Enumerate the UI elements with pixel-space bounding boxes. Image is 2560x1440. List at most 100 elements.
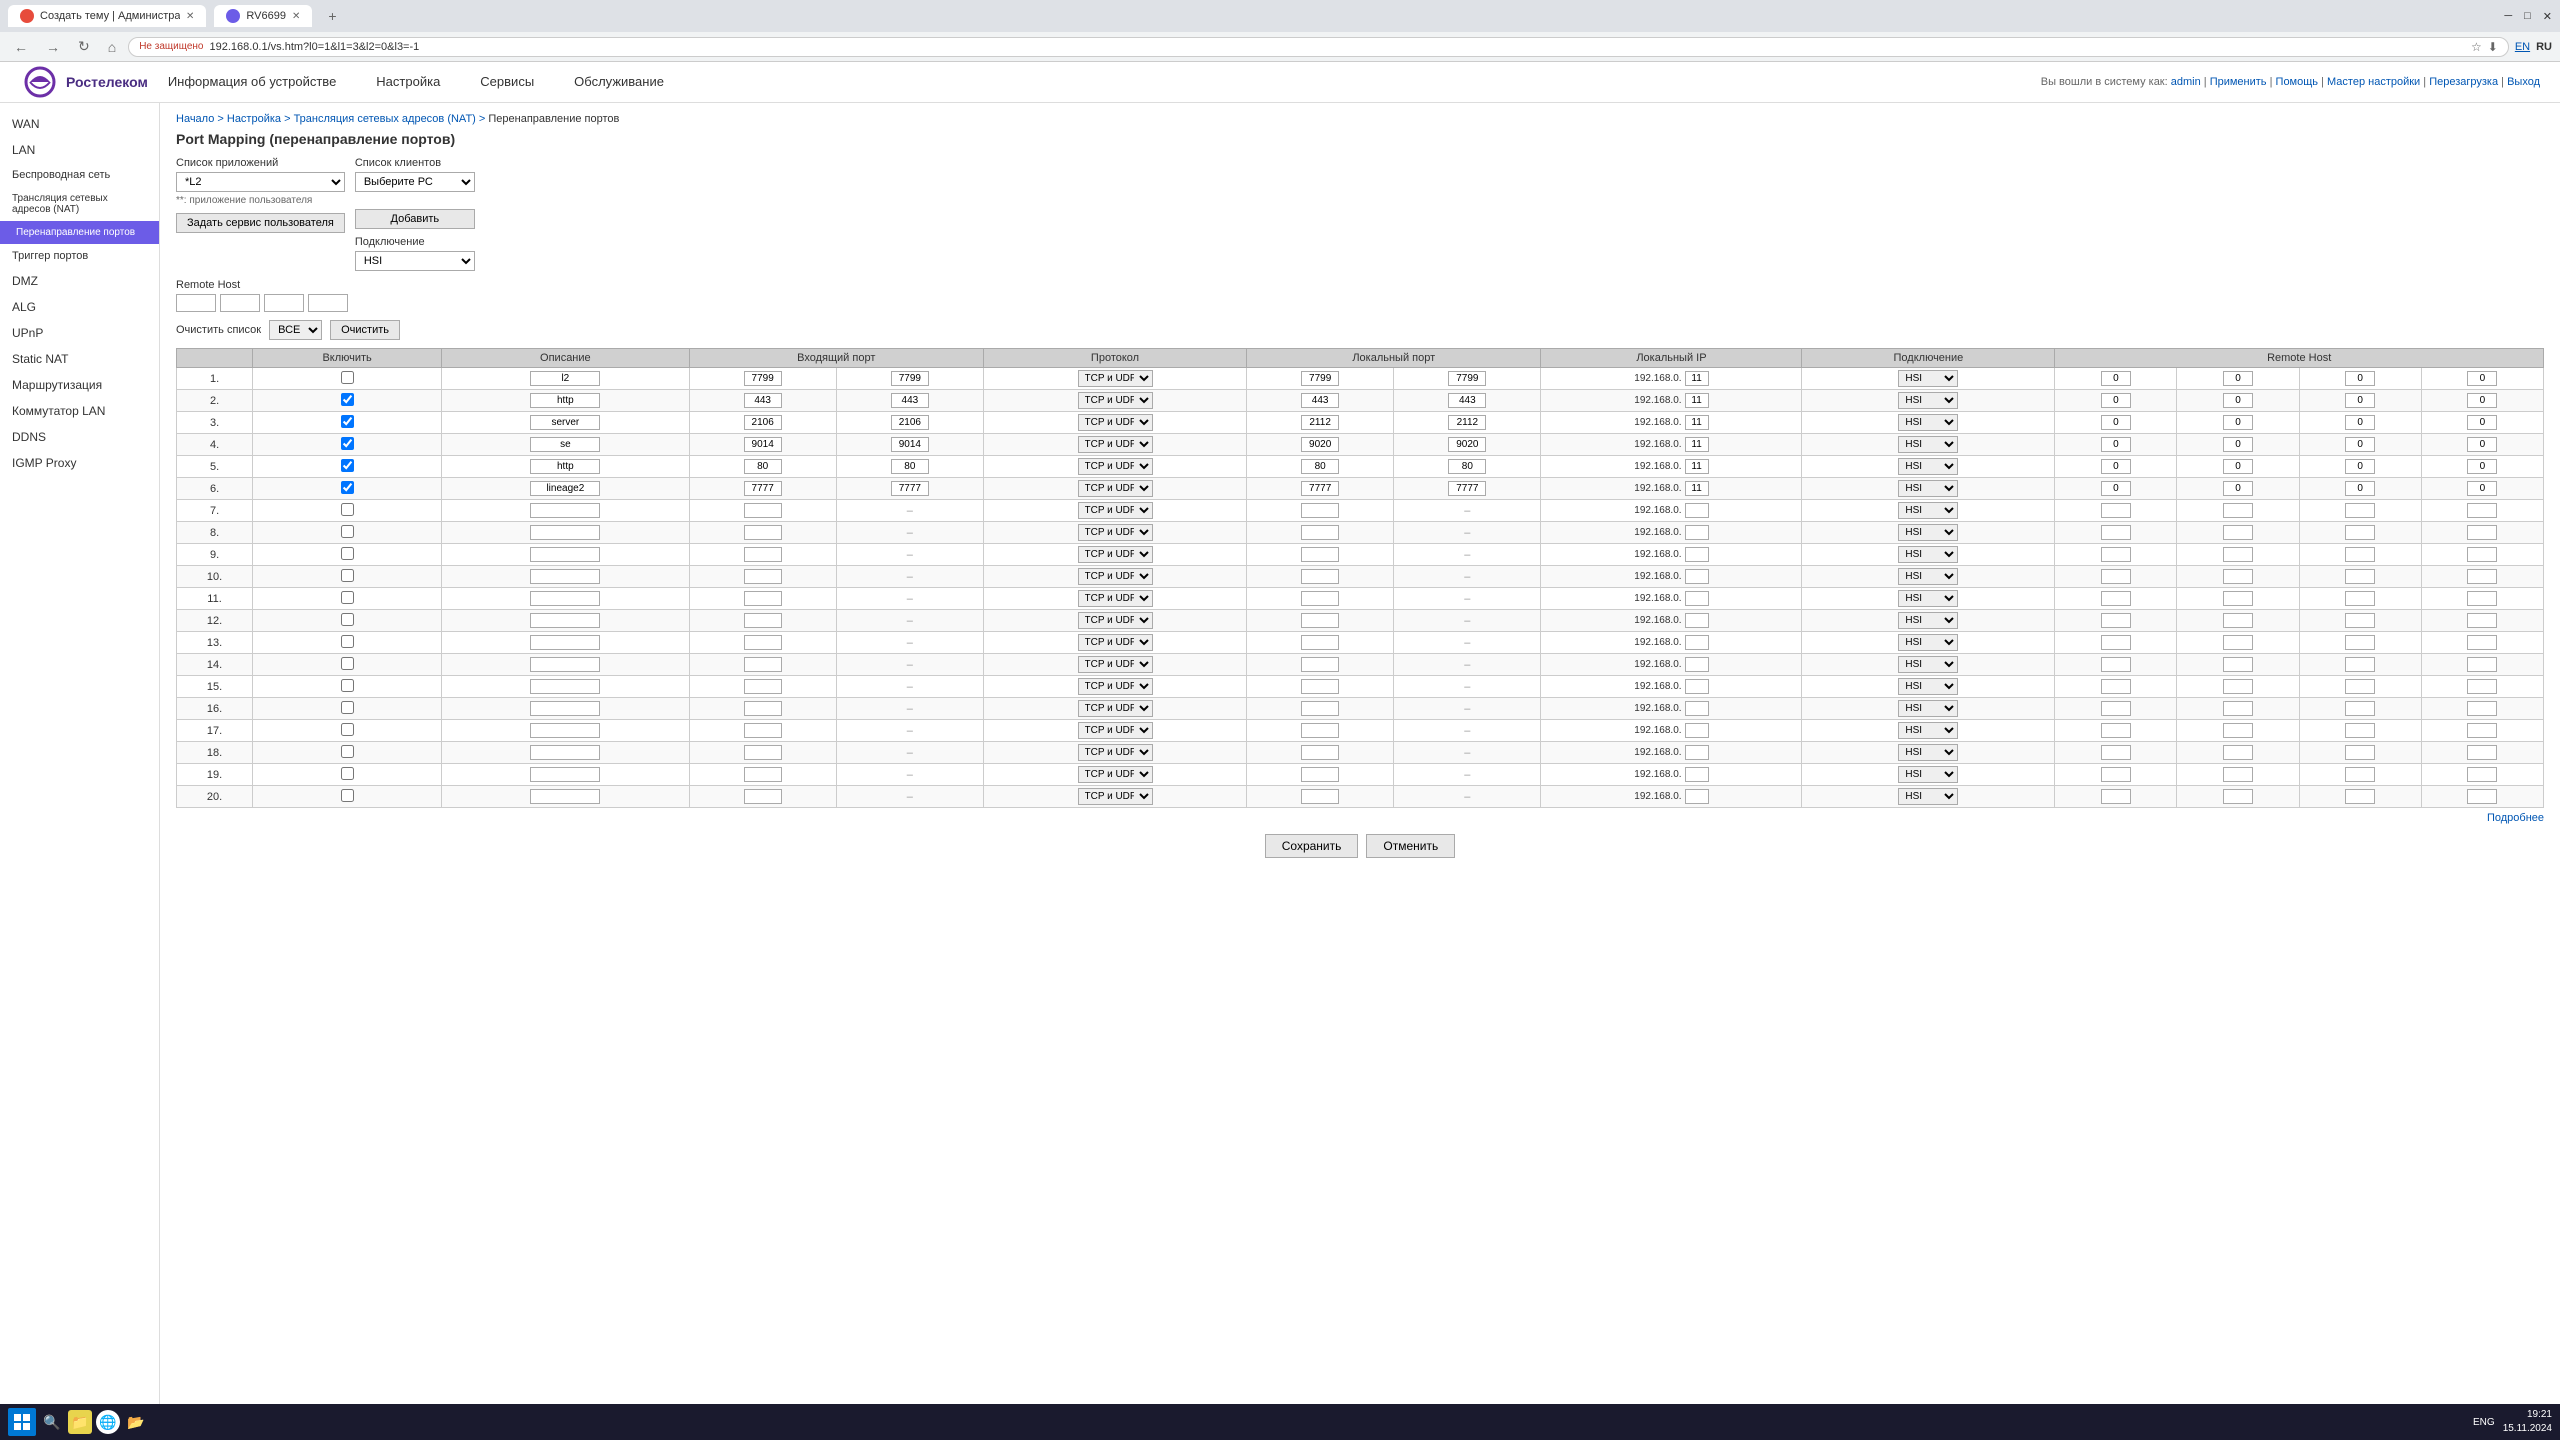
nav-item-settings[interactable]: Настройка bbox=[356, 64, 460, 101]
row-checkbox[interactable] bbox=[341, 437, 354, 450]
logout-link[interactable]: Выход bbox=[2507, 76, 2540, 88]
rh1-input[interactable] bbox=[2101, 635, 2131, 650]
rh1-input[interactable] bbox=[2101, 371, 2131, 386]
rh2-input[interactable] bbox=[2223, 437, 2253, 452]
rh4-input[interactable] bbox=[2467, 393, 2497, 408]
lang-en-button[interactable]: EN bbox=[2515, 41, 2530, 53]
rh3-input[interactable] bbox=[2345, 437, 2375, 452]
rh1-input[interactable] bbox=[2101, 723, 2131, 738]
rh1-input[interactable] bbox=[2101, 701, 2131, 716]
rh2-input[interactable] bbox=[2223, 745, 2253, 760]
rh1-input[interactable] bbox=[2101, 547, 2131, 562]
in-port-from[interactable] bbox=[744, 393, 782, 408]
sidebar-item-alg[interactable]: ALG bbox=[0, 294, 159, 320]
row-checkbox[interactable] bbox=[341, 415, 354, 428]
more-link[interactable]: Подробнее bbox=[176, 812, 2544, 824]
desc-input[interactable] bbox=[530, 701, 600, 716]
loc-port-to[interactable] bbox=[1448, 459, 1486, 474]
in-port-to[interactable] bbox=[891, 415, 929, 430]
proto-select[interactable]: TCP и UDP bbox=[1078, 678, 1153, 695]
rh1-input[interactable] bbox=[2101, 789, 2131, 804]
new-tab-button[interactable]: + bbox=[320, 4, 344, 28]
proto-select[interactable]: TCP и UDP bbox=[1078, 458, 1153, 475]
rh1-input[interactable] bbox=[2101, 679, 2131, 694]
home-button[interactable]: ⌂ bbox=[102, 37, 122, 57]
nav-item-services[interactable]: Сервисы bbox=[460, 64, 554, 101]
desc-input[interactable] bbox=[530, 679, 600, 694]
loc-port-from[interactable] bbox=[1301, 547, 1339, 562]
sidebar-item-staticnat[interactable]: Static NAT bbox=[0, 346, 159, 372]
loc-ip-last[interactable] bbox=[1685, 745, 1709, 760]
desc-input[interactable] bbox=[530, 371, 600, 386]
desc-input[interactable] bbox=[530, 503, 600, 518]
breadcrumb-home[interactable]: Начало bbox=[176, 113, 214, 125]
loc-port-from[interactable] bbox=[1301, 503, 1339, 518]
proto-select[interactable]: TCP и UDP bbox=[1078, 788, 1153, 805]
loc-ip-last[interactable] bbox=[1685, 657, 1709, 672]
rh4-input[interactable] bbox=[2467, 613, 2497, 628]
proto-select[interactable]: TCP и UDP bbox=[1078, 392, 1153, 409]
tab-close-1[interactable]: ✕ bbox=[186, 11, 194, 22]
desc-input[interactable] bbox=[530, 569, 600, 584]
loc-port-from[interactable] bbox=[1301, 371, 1339, 386]
rh3-input[interactable] bbox=[2345, 393, 2375, 408]
loc-port-to[interactable] bbox=[1448, 393, 1486, 408]
proto-select[interactable]: TCP и UDP bbox=[1078, 590, 1153, 607]
rh4-input[interactable] bbox=[2467, 371, 2497, 386]
in-port-from[interactable] bbox=[744, 481, 782, 496]
row-checkbox[interactable] bbox=[341, 371, 354, 384]
row-checkbox[interactable] bbox=[341, 591, 354, 604]
sidebar-item-upnp[interactable]: UPnP bbox=[0, 320, 159, 346]
rh1-input[interactable] bbox=[2101, 613, 2131, 628]
conn-select[interactable]: HSI bbox=[1898, 612, 1958, 629]
loc-port-from[interactable] bbox=[1301, 459, 1339, 474]
loc-ip-last[interactable] bbox=[1685, 459, 1709, 474]
rh1-input[interactable] bbox=[2101, 437, 2131, 452]
proto-select[interactable]: TCP и UDP bbox=[1078, 414, 1153, 431]
rh3-input[interactable] bbox=[2345, 635, 2375, 650]
rh2-input[interactable] bbox=[2223, 635, 2253, 650]
rh2-input[interactable] bbox=[2223, 547, 2253, 562]
rh2-input[interactable] bbox=[2223, 481, 2253, 496]
rh2-input[interactable] bbox=[2223, 613, 2253, 628]
proto-select[interactable]: TCP и UDP bbox=[1078, 502, 1153, 519]
conn-select[interactable]: HSI bbox=[1898, 590, 1958, 607]
rh3-input[interactable] bbox=[2345, 789, 2375, 804]
rh4-input[interactable] bbox=[2467, 415, 2497, 430]
nav-item-info[interactable]: Информация об устройстве bbox=[148, 64, 356, 101]
row-checkbox[interactable] bbox=[341, 525, 354, 538]
sidebar-item-nat[interactable]: Трансляция сетевых адресов (NAT) bbox=[0, 187, 159, 221]
rh3-input[interactable] bbox=[2345, 591, 2375, 606]
rh4-input[interactable] bbox=[2467, 745, 2497, 760]
rh2-input[interactable] bbox=[2223, 789, 2253, 804]
loc-ip-last[interactable] bbox=[1685, 547, 1709, 562]
save-button[interactable]: Сохранить bbox=[1265, 834, 1359, 858]
bookmark-icon[interactable]: ☆ bbox=[2471, 40, 2482, 54]
remote-host-input-4[interactable] bbox=[308, 294, 348, 312]
sidebar-item-wireless[interactable]: Беспроводная сеть bbox=[0, 163, 159, 187]
proto-select[interactable]: TCP и UDP bbox=[1078, 766, 1153, 783]
rh1-input[interactable] bbox=[2101, 591, 2131, 606]
rh3-input[interactable] bbox=[2345, 525, 2375, 540]
rh2-input[interactable] bbox=[2223, 415, 2253, 430]
conn-select[interactable]: HSI bbox=[1898, 546, 1958, 563]
loc-port-from[interactable] bbox=[1301, 613, 1339, 628]
rh3-input[interactable] bbox=[2345, 459, 2375, 474]
rh3-input[interactable] bbox=[2345, 767, 2375, 782]
loc-ip-last[interactable] bbox=[1685, 789, 1709, 804]
desc-input[interactable] bbox=[530, 459, 600, 474]
rh1-input[interactable] bbox=[2101, 525, 2131, 540]
rh2-input[interactable] bbox=[2223, 371, 2253, 386]
loc-port-from[interactable] bbox=[1301, 591, 1339, 606]
row-checkbox[interactable] bbox=[341, 635, 354, 648]
wizard-link[interactable]: Мастер настройки bbox=[2327, 76, 2420, 88]
taskbar-search-icon[interactable]: 🔍 bbox=[40, 1410, 64, 1434]
loc-ip-last[interactable] bbox=[1685, 635, 1709, 650]
rh4-input[interactable] bbox=[2467, 525, 2497, 540]
loc-port-from[interactable] bbox=[1301, 745, 1339, 760]
conn-select[interactable]: HSI bbox=[1898, 722, 1958, 739]
taskbar-chrome-icon[interactable]: 🌐 bbox=[96, 1410, 120, 1434]
in-port-from[interactable] bbox=[744, 547, 782, 562]
desc-input[interactable] bbox=[530, 393, 600, 408]
loc-port-to[interactable] bbox=[1448, 437, 1486, 452]
